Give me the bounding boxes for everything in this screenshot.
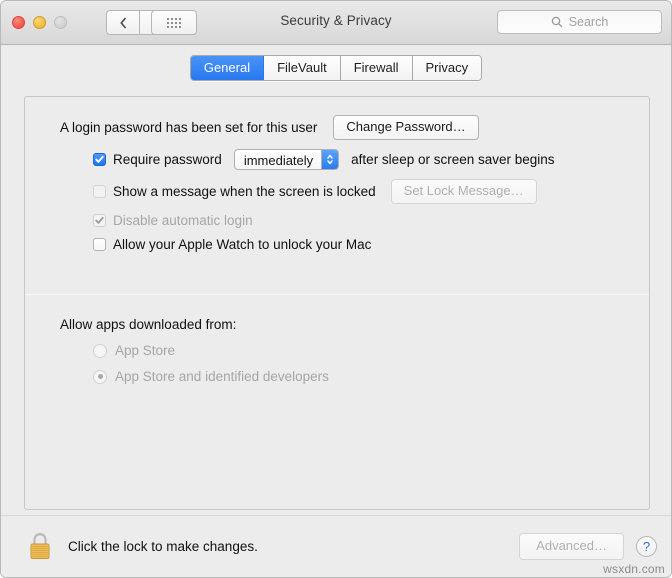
tab-general[interactable]: General: [190, 55, 265, 80]
help-button[interactable]: ?: [636, 536, 657, 557]
tab-firewall[interactable]: Firewall: [340, 55, 413, 80]
bottom-bar-actions: Advanced… ?: [519, 533, 657, 560]
allow-apps-title: Allow apps downloaded from:: [60, 317, 237, 332]
tab-bar: General FileVault Firewall Privacy: [1, 45, 671, 81]
section-divider: [25, 294, 649, 295]
disable-auto-login-label: Disable automatic login: [113, 213, 253, 228]
bottom-bar: Click the lock to make changes. Advanced…: [1, 515, 671, 577]
checkmark-icon: [95, 216, 104, 224]
tab-group: General FileVault Firewall Privacy: [189, 54, 483, 81]
radio-selected-dot: [97, 374, 103, 379]
apple-watch-checkbox[interactable]: [93, 238, 106, 251]
search-placeholder: Search: [568, 15, 609, 29]
disable-auto-login-checkbox: [93, 214, 106, 227]
set-lock-message-button: Set Lock Message…: [390, 179, 537, 204]
preferences-window: Security & Privacy Search General FileVa…: [0, 0, 672, 578]
general-pane: A login password has been set for this u…: [24, 96, 650, 510]
checkmark-icon: [95, 155, 104, 163]
lock-message-label: Show a message when the screen is locked: [113, 184, 376, 199]
watermark: wsxdn.com: [603, 562, 665, 576]
apple-watch-label: Allow your Apple Watch to unlock your Ma…: [113, 237, 372, 252]
allow-apps-option-identified-developers: App Store and identified developers: [60, 369, 614, 384]
lock-message-checkbox: [93, 185, 106, 198]
advanced-button: Advanced…: [519, 533, 624, 560]
lock-status-text: Click the lock to make changes.: [68, 539, 258, 554]
search-icon: [551, 16, 563, 28]
radio-app-store-label: App Store: [115, 343, 176, 358]
window-titlebar: Security & Privacy Search: [1, 1, 671, 45]
require-password-label: Require password: [113, 152, 222, 167]
tab-privacy[interactable]: Privacy: [412, 55, 482, 80]
lock-message-row: Show a message when the screen is locked…: [60, 179, 614, 204]
radio-app-store-and-identified-developers: [93, 369, 107, 384]
apple-watch-row: Allow your Apple Watch to unlock your Ma…: [60, 237, 614, 252]
require-password-delay-value: immediately: [243, 152, 314, 168]
require-password-delay-select[interactable]: immediately: [233, 149, 340, 170]
stepper-arrows-icon: [321, 150, 339, 169]
require-password-checkbox[interactable]: [93, 153, 106, 166]
allow-apps-option-app-store: App Store: [60, 343, 614, 358]
radio-app-store: [93, 343, 107, 358]
require-password-suffix: after sleep or screen saver begins: [351, 152, 555, 167]
lock-closed-icon[interactable]: [27, 531, 53, 562]
require-password-row: Require password immediately after sleep…: [60, 149, 614, 170]
search-input[interactable]: Search: [497, 10, 662, 34]
tab-filevault[interactable]: FileVault: [264, 55, 341, 80]
change-password-button[interactable]: Change Password…: [333, 115, 479, 140]
login-password-row: A login password has been set for this u…: [60, 115, 614, 140]
login-password-status: A login password has been set for this u…: [60, 120, 318, 135]
disable-auto-login-row: Disable automatic login: [60, 213, 614, 228]
radio-identified-developers-label: App Store and identified developers: [115, 369, 329, 384]
